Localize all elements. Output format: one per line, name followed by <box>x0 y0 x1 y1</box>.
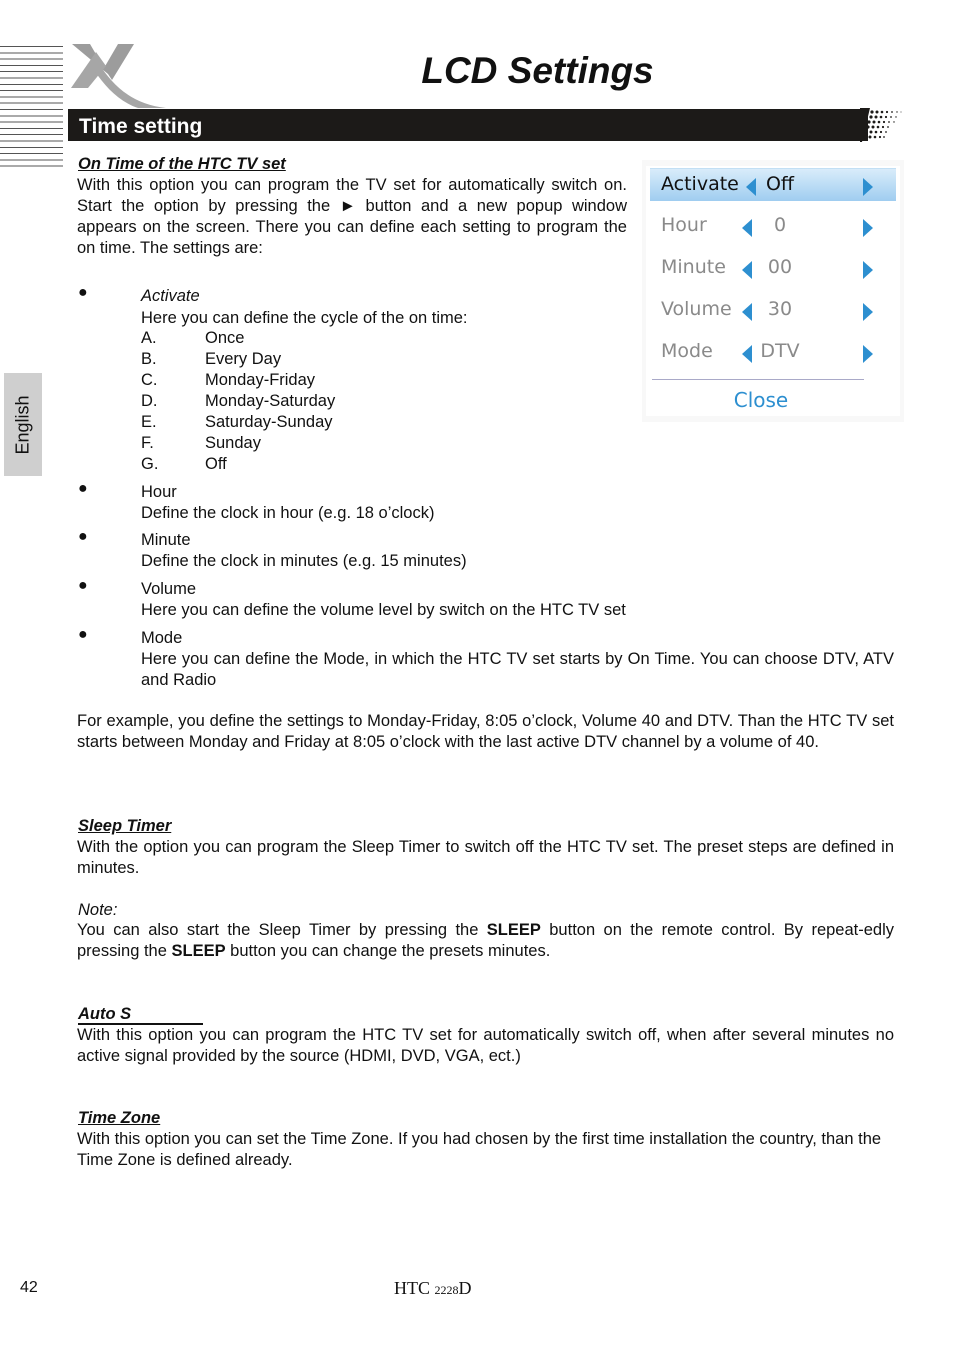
arrow-right-icon[interactable] <box>863 219 873 237</box>
popup-row-hour[interactable]: Hour 0 <box>650 210 896 242</box>
popup-row-activate[interactable]: Activate Off <box>650 168 896 201</box>
bullet-desc-hour: Define the clock in hour (e.g. 18 o’cloc… <box>141 504 435 522</box>
popup-row-volume[interactable]: Volume 30 <box>650 294 896 326</box>
bullet-title-mode: Mode <box>141 629 183 647</box>
option-text: Every Day <box>205 350 282 368</box>
option-letter: F. <box>141 434 154 452</box>
sleep-note: You can also start the Sleep Timer by pr… <box>77 920 894 962</box>
popup-label: Activate <box>661 173 739 195</box>
section-title: Time setting <box>79 115 203 138</box>
popup-label: Volume <box>661 298 732 320</box>
language-tab: English <box>4 373 42 476</box>
option-text: Sunday <box>205 434 261 452</box>
option-letter: C. <box>141 371 158 389</box>
popup-row-minute[interactable]: Minute 00 <box>650 252 896 284</box>
on-time-intro: With this option you can program the TV … <box>77 176 627 257</box>
model-prefix: HTC <box>394 1278 435 1298</box>
popup-value: 00 <box>767 256 793 278</box>
arrow-right-icon[interactable] <box>863 261 873 279</box>
option-text: Once <box>205 329 245 347</box>
popup-value: DTV <box>760 340 800 362</box>
popup-panel: Activate Off Hour 0 Minute 00 Volume 30 … <box>646 166 900 416</box>
bullet-dot: ● <box>78 577 88 594</box>
popup-row-mode[interactable]: Mode DTV <box>650 336 896 368</box>
option-text: Monday-Friday <box>205 371 316 389</box>
auto-standby-body: With this option you can program the HTC… <box>77 1026 894 1065</box>
bullet-title-volume: Volume <box>141 580 197 598</box>
bullet-dot: ● <box>78 626 88 643</box>
note-text: button you can change the presets minute… <box>225 942 551 960</box>
page-title: LCD Settings <box>421 50 654 91</box>
option-text: Off <box>205 455 227 473</box>
example-paragraph: For example, you define the settings to … <box>77 712 894 751</box>
bullet-desc-minute: Define the clock in minutes (e.g. 15 min… <box>141 552 467 570</box>
language-label: English <box>12 394 33 455</box>
popup-value: Off <box>765 173 795 195</box>
option-letter: A. <box>141 329 157 347</box>
on-time-popup: Activate Off Hour 0 Minute 00 Volume 30 … <box>642 160 904 422</box>
popup-value: 30 <box>767 298 793 320</box>
on-time-heading: On Time of the HTC TV set <box>78 155 286 173</box>
bullet-dot: ● <box>78 528 88 545</box>
popup-value: 0 <box>773 214 787 236</box>
time-zone-body: With this option you can set the Time Zo… <box>77 1130 882 1169</box>
arrow-right-icon[interactable] <box>863 178 873 196</box>
option-letter: G. <box>141 455 159 473</box>
page-number: 42 <box>20 1279 38 1296</box>
option-text: Monday-Saturday <box>205 392 336 410</box>
model-name: HTC 2228D <box>394 1278 472 1299</box>
popup-divider <box>652 379 864 380</box>
popup-label: Mode <box>661 340 713 362</box>
halftone-dots-icon <box>860 108 902 142</box>
note-label: Note: <box>78 901 118 919</box>
sleep-key-label: SLEEP <box>486 921 541 939</box>
popup-label: Minute <box>661 256 726 278</box>
bullet-title-hour: Hour <box>141 483 177 501</box>
sleep-key-label: SLEEP <box>171 942 226 960</box>
note-text: You can also start the Sleep Timer by pr… <box>77 921 487 939</box>
arrow-right-icon[interactable] <box>863 303 873 321</box>
popup-label: Hour <box>661 214 707 236</box>
bullet-dot: ● <box>78 284 88 301</box>
model-number: 2228 <box>434 1283 459 1297</box>
popup-close-button[interactable]: Close <box>636 388 886 412</box>
bullet-desc-volume: Here you can define the volume level by … <box>141 601 626 619</box>
auto-standby-heading: Auto S <box>78 1005 203 1025</box>
bullet-desc-mode: Here you can define the Mode, in which t… <box>141 650 894 689</box>
sleep-timer-heading: Sleep Timer <box>78 817 172 835</box>
model-suffix: D <box>458 1278 472 1298</box>
arrow-right-icon[interactable] <box>863 345 873 363</box>
bullet-dot: ● <box>78 480 88 497</box>
bullet-title-minute: Minute <box>141 531 191 549</box>
option-letter: B. <box>141 350 157 368</box>
sleep-timer-body: With the option you can program the Slee… <box>77 838 894 877</box>
option-letter: E. <box>141 413 157 431</box>
option-text: Saturday-Sunday <box>205 413 333 431</box>
option-letter: D. <box>141 392 158 410</box>
bullet-title-activate: Activate <box>141 287 200 305</box>
bullet-desc-activate: Here you can define the cycle of the on … <box>141 309 468 327</box>
time-zone-heading: Time Zone <box>78 1109 161 1127</box>
